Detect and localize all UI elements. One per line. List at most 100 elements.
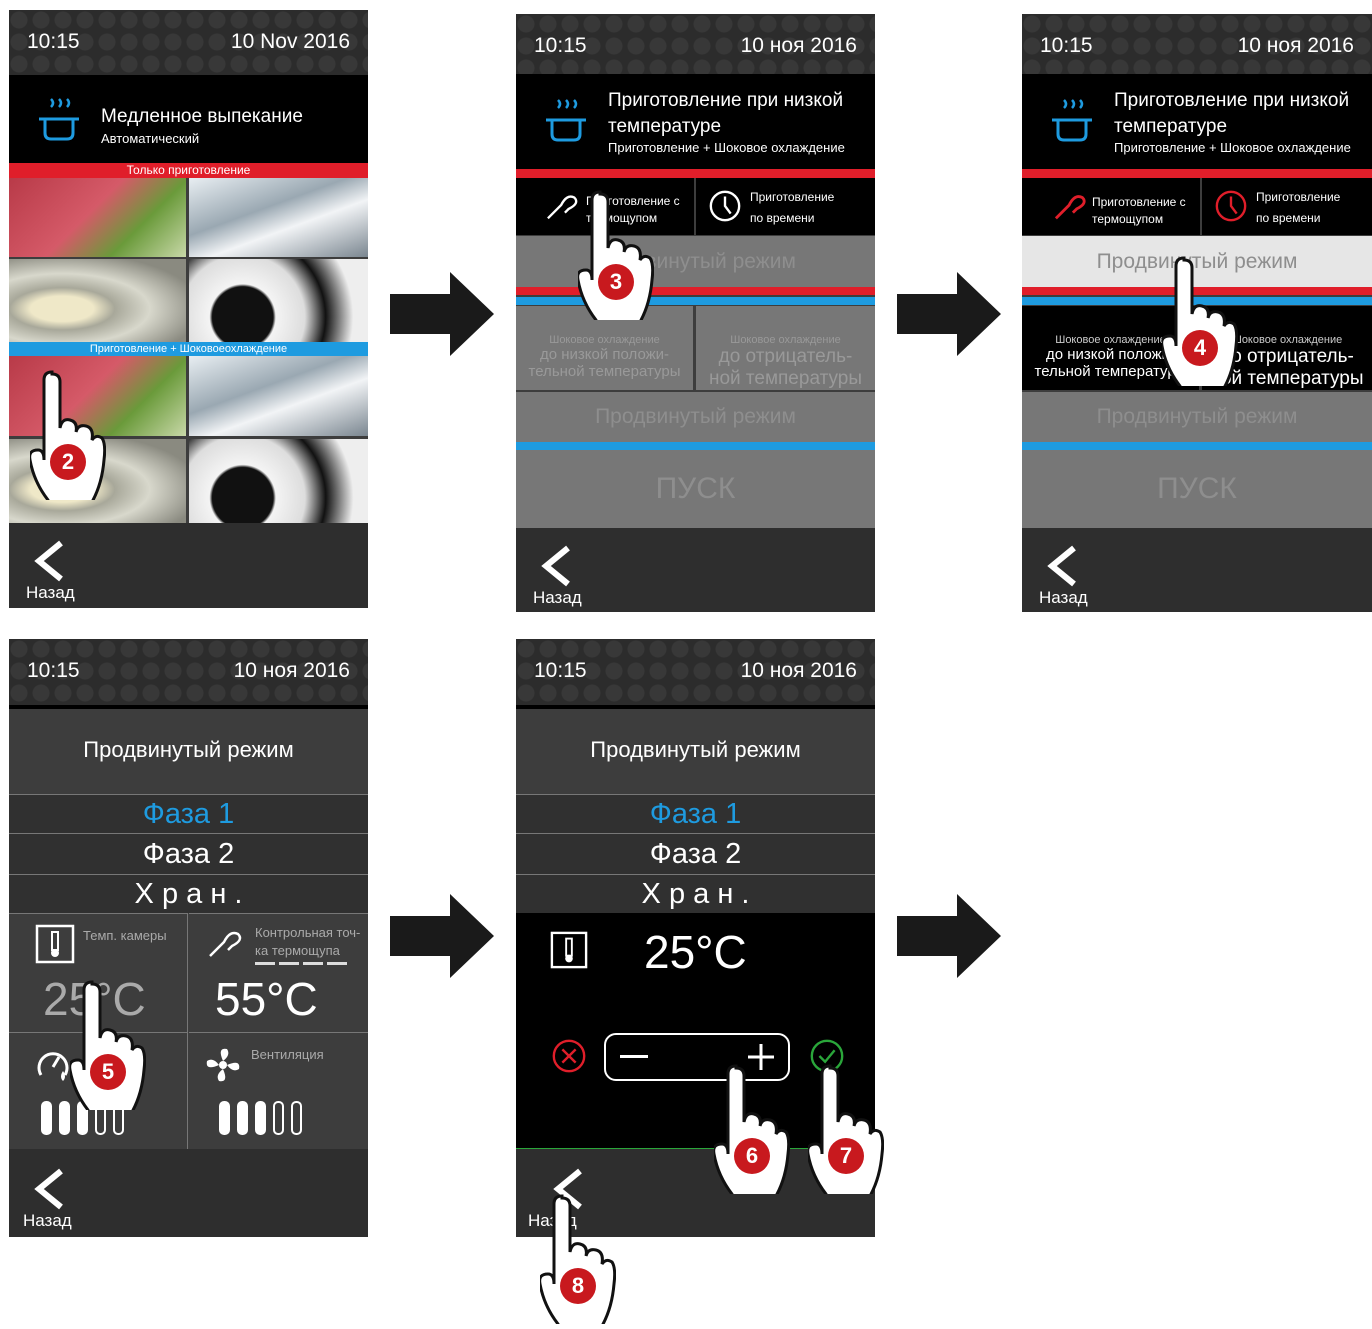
- phase-1-label: Фаза 1: [142, 798, 235, 830]
- clock-icon: [1215, 190, 1247, 222]
- arrow-right-icon: [390, 894, 494, 978]
- clock: 10:15: [1040, 34, 1093, 57]
- back-label: Назад: [1039, 588, 1088, 607]
- advanced-mode-label-2: Продвинутый режим: [595, 405, 796, 428]
- back-button[interactable]: Назад: [1022, 528, 1122, 612]
- advanced-mode-row-2[interactable]: Продвинутый режим: [516, 392, 875, 442]
- cook-only-label: Только приготовление: [126, 163, 251, 177]
- tile-dessert[interactable]: [189, 259, 368, 342]
- probe-temp-label: Контрольная точ-ка термощупа: [255, 925, 361, 958]
- arrow-right-icon: [897, 894, 1001, 978]
- probe-temp-value: 55°C: [215, 973, 318, 1025]
- screen-slow-bake: 10:15 10 Nov 2016 Медленное выпекание Ав…: [9, 10, 368, 608]
- tile-fish[interactable]: [189, 178, 368, 257]
- program-title: Медленное выпекание: [101, 106, 303, 127]
- chill-neg-line1: до отрицатель-: [718, 346, 853, 367]
- chill-pos-line1: до низкой положи-: [539, 346, 670, 363]
- phase-2-tab[interactable]: Фаза 2: [516, 833, 875, 874]
- fan-bars: [219, 1101, 309, 1137]
- cook-chill-bar: Приготовление + Шоковоеохлаждение: [9, 342, 368, 356]
- level-bar: [41, 1101, 52, 1135]
- phase-1-tab[interactable]: Фаза 1: [9, 794, 368, 833]
- humidity-gauge-icon: [37, 1052, 69, 1081]
- phase-1-tab[interactable]: Фаза 1: [516, 794, 875, 833]
- level-bar: [291, 1101, 302, 1135]
- pot-steam-icon: [1052, 99, 1092, 142]
- edit-value: 25°C: [644, 926, 747, 978]
- probe-icon: [209, 931, 242, 957]
- program-header: Медленное выпекание Автоматический: [9, 75, 368, 163]
- program-subtitle: Приготовление + Шоковое охлаждение: [608, 140, 845, 155]
- date: 10 ноя 2016: [1237, 34, 1354, 57]
- probe-temp-cell[interactable]: Контрольная точ-ка термощупа 55°C: [189, 913, 368, 1032]
- chill-pos-line2: тельной температуры: [528, 363, 681, 380]
- hold-tab[interactable]: Х р а н .: [516, 874, 875, 913]
- phase-2-tab[interactable]: Фаза 2: [9, 833, 368, 874]
- status-bar: 10:15 10 ноя 2016: [9, 639, 368, 705]
- back-button[interactable]: Назад: [9, 1149, 109, 1237]
- blue-divider: [516, 297, 875, 305]
- bottom-bar: Назад: [9, 523, 368, 608]
- start-button[interactable]: ПУСК: [1022, 450, 1372, 528]
- chill-small-label: Шоковое охлаждение: [730, 334, 841, 346]
- timed-cooking-button[interactable]: Приготовление по времени: [1202, 178, 1372, 235]
- advanced-mode-row-2[interactable]: Продвинутый режим: [1022, 392, 1372, 442]
- pointer-hand-icon: 3: [576, 190, 655, 342]
- status-bar: 10:15 10 ноя 2016: [1022, 14, 1372, 74]
- program-title-line2: температуре: [1114, 116, 1228, 137]
- phase-2-label: Фаза 2: [649, 838, 742, 870]
- clock: 10:15: [27, 30, 80, 53]
- pointer-hand-icon: 8: [538, 1194, 617, 1329]
- program-title-line1: Приготовление при низкой: [608, 90, 844, 111]
- step-badge: 6: [734, 1138, 770, 1174]
- minus-button[interactable]: [620, 1055, 648, 1058]
- phase-1-label: Фаза 1: [649, 798, 742, 830]
- tile-fish-chill[interactable]: [189, 356, 368, 436]
- tile-cream[interactable]: [9, 259, 186, 342]
- cook-chill-label: Приготовление + Шоковоеохлаждение: [89, 343, 288, 355]
- probe-cooking-button[interactable]: Приготовление с термощупом: [1022, 178, 1200, 235]
- page-title-text: Продвинутый режим: [83, 737, 294, 762]
- date: 10 ноя 2016: [740, 34, 857, 57]
- chill-neg-line2: ной температуры: [708, 368, 863, 389]
- program-subtitle: Автоматический: [101, 131, 200, 146]
- timed-label-2: по времени: [750, 211, 815, 225]
- arrow-right-icon: [897, 272, 1001, 356]
- program-title-line1: Приготовление при низкой: [1114, 90, 1350, 111]
- screen-advanced: 10:15 10 ноя 2016 Продвинутый режим Фаза…: [9, 639, 368, 1237]
- thermometer-icon: [35, 924, 75, 964]
- date: 10 ноя 2016: [233, 659, 350, 682]
- probe-progress: [255, 962, 349, 965]
- chamber-temp-label: Темп. камеры: [83, 928, 167, 943]
- cancel-icon[interactable]: [550, 1037, 588, 1075]
- tile-dessert-chill[interactable]: [189, 439, 368, 523]
- level-bar: [59, 1101, 70, 1135]
- advanced-mode-label-2: Продвинутый режим: [1096, 405, 1298, 428]
- page-title: Продвинутый режим: [9, 709, 368, 791]
- back-button[interactable]: Назад: [516, 528, 616, 612]
- probe-label-2: термощупом: [1092, 212, 1164, 226]
- tile-meat[interactable]: [9, 178, 186, 257]
- chill-negative-button[interactable]: Шоковое охлаждение до отрицатель- ной те…: [696, 306, 875, 390]
- step-badge: 5: [90, 1054, 126, 1090]
- level-bar: [219, 1101, 230, 1135]
- start-button[interactable]: ПУСК: [516, 450, 875, 528]
- pot-steam-icon: [546, 99, 586, 142]
- timed-cooking-button[interactable]: Приготовление по времени: [696, 178, 875, 235]
- pointer-hand-icon: 4: [1160, 256, 1239, 408]
- status-bar: 10:15 10 ноя 2016: [516, 639, 875, 705]
- chill-small-label: Шоковое охлаждение: [549, 334, 660, 346]
- back-button[interactable]: Назад: [9, 523, 109, 608]
- red-divider-2: [516, 287, 875, 295]
- hold-tab[interactable]: Х р а н .: [9, 874, 368, 913]
- chevron-left-icon: [541, 545, 570, 587]
- clock: 10:15: [27, 659, 80, 682]
- advanced-mode-row[interactable]: Продвинутый режим: [516, 236, 875, 287]
- bottom-bar: Назад: [9, 1149, 368, 1237]
- arrow-right-icon: [390, 272, 494, 356]
- probe-icon: [1054, 195, 1086, 220]
- thermometer-icon: [550, 931, 588, 969]
- fan-cell[interactable]: Вентиляция: [189, 1032, 368, 1150]
- bottom-bar: Назад: [516, 528, 875, 612]
- clock-icon: [709, 190, 741, 222]
